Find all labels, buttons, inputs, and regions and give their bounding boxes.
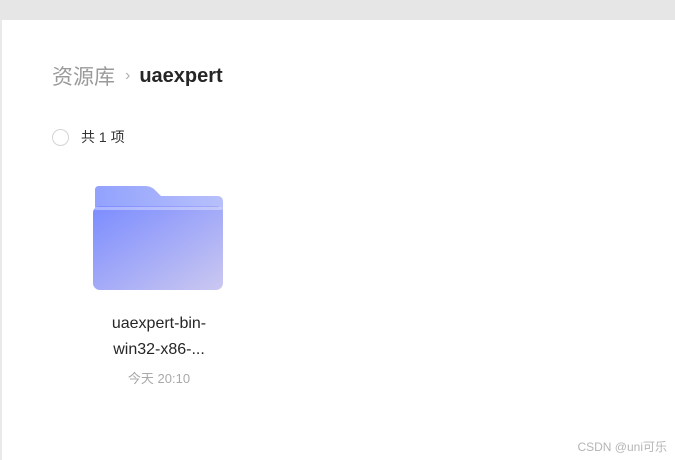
item-count: 共 1 项: [81, 129, 125, 145]
breadcrumb: 资源库 › uaexpert: [52, 60, 223, 92]
watermark: CSDN @uni可乐: [577, 440, 667, 454]
folder-icon: [93, 186, 223, 290]
folder-item[interactable]: uaexpert-bin- win32-x86-... 今天 20:10: [84, 178, 234, 388]
top-bar: [0, 0, 675, 20]
select-all-row: 共 1 项: [52, 127, 125, 147]
folder-name-line-1: uaexpert-bin-: [111, 315, 207, 332]
folder-modified-time: 今天 20:10: [127, 371, 191, 386]
select-all-checkbox[interactable]: [52, 128, 69, 146]
breadcrumb-chevron-icon: ›: [125, 67, 131, 84]
folder-name-line-2: win32-x86-...: [113, 341, 205, 358]
breadcrumb-root-link[interactable]: 资源库: [52, 61, 115, 91]
breadcrumb-current: uaexpert: [139, 64, 223, 87]
left-divider: [0, 20, 2, 460]
folder-name: uaexpert-bin- win32-x86-...: [84, 311, 234, 363]
